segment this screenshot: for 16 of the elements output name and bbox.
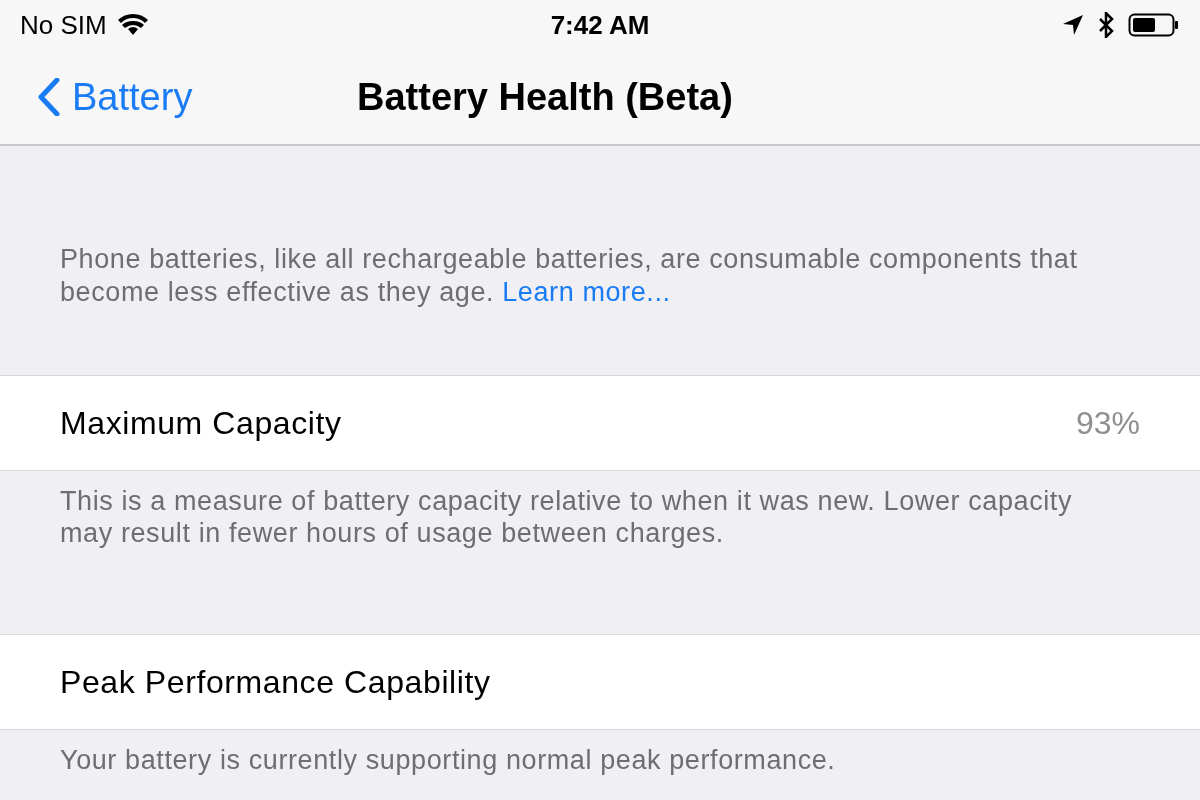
- battery-icon: [1128, 13, 1180, 37]
- chevron-left-icon: [38, 78, 60, 116]
- description-text: Phone batteries, like all rechargeable batteries, are consumable components that become less effective as they age. Learn more...: [60, 243, 1079, 309]
- location-arrow-icon: [1062, 14, 1084, 36]
- wifi-icon: [116, 13, 149, 37]
- footer-text: This is a measure of battery capacity relative to when it was new. Lower capacity may result in fewer hours of usage between charges.: [60, 485, 1074, 549]
- bluetooth-icon: [1098, 12, 1114, 38]
- learn-more-link[interactable]: Learn more...: [502, 277, 671, 307]
- footer-text: Your battery is currently supporting normal peak performance.: [60, 744, 837, 776]
- clock-text: 7:42 AM: [550, 8, 650, 42]
- carrier-text: No SIM: [20, 8, 107, 42]
- back-button[interactable]: Battery: [38, 68, 193, 126]
- row-value: 93%: [1075, 404, 1140, 443]
- page-title: Battery Health (Beta): [357, 74, 733, 120]
- row-label: Peak Performance Capability: [60, 663, 491, 702]
- row-label: Maximum Capacity: [60, 404, 342, 443]
